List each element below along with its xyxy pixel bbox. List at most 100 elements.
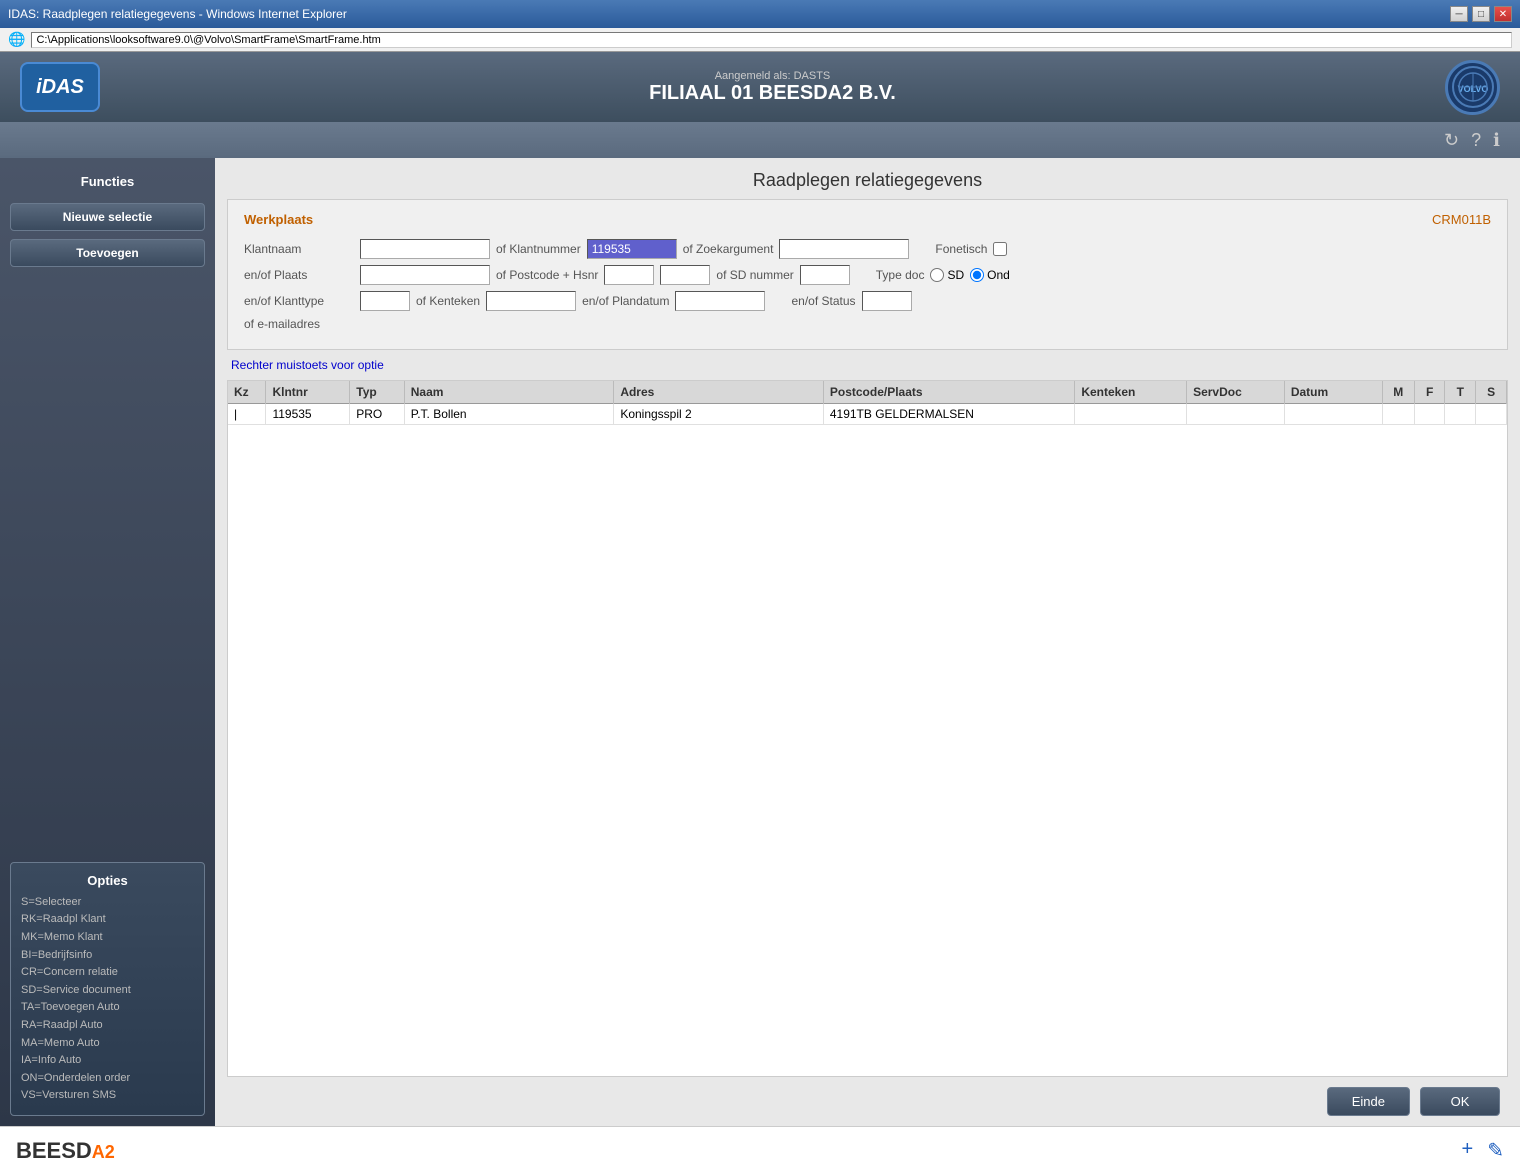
fonetisch-label: Fonetisch [935, 242, 987, 256]
close-button[interactable]: ✕ [1494, 6, 1512, 22]
sidebar: Functies Nieuwe selectie Toevoegen Optie… [0, 158, 215, 1126]
form-row-1: Klantnaam of Klantnummer of Zoekargument… [244, 239, 1491, 259]
of-zoekargument-label: of Zoekargument [683, 242, 774, 256]
sd-nummer-input[interactable] [800, 265, 850, 285]
opties-item-10: IA=Info Auto [21, 1052, 194, 1070]
opties-item-9: MA=Memo Auto [21, 1035, 194, 1053]
of-emailadres-label: of e-mailadres [244, 317, 354, 331]
of-klantnummer-label: of Klantnummer [496, 242, 581, 256]
refresh-icon[interactable]: ↻ [1444, 130, 1459, 151]
results-table: Kz Klntnr Typ Naam Adres Postcode/Plaats… [228, 381, 1507, 425]
table-container: Kz Klntnr Typ Naam Adres Postcode/Plaats… [227, 380, 1508, 1077]
kenteken-input[interactable] [486, 291, 576, 311]
address-input[interactable] [31, 32, 1512, 48]
info-icon[interactable]: ℹ [1493, 130, 1500, 151]
minimize-button[interactable]: ─ [1450, 6, 1468, 22]
cell-kenteken [1075, 404, 1187, 425]
type-ond-label: Ond [987, 268, 1010, 282]
opties-item-2: RK=Raadpl Klant [21, 911, 194, 929]
edit-icon[interactable]: ✎ [1487, 1138, 1504, 1163]
col-header-f: F [1414, 381, 1445, 404]
cell-typ: PRO [350, 404, 405, 425]
cell-postcode: 4191TB GELDERMALSEN [823, 404, 1074, 425]
toolbar-row: ↻ ? ℹ [0, 122, 1520, 158]
functies-title: Functies [10, 168, 205, 195]
cell-klntnr: 119535 [266, 404, 350, 425]
restore-button[interactable]: □ [1472, 6, 1490, 22]
en-of-status-label: en/of Status [791, 294, 855, 308]
app-body: Functies Nieuwe selectie Toevoegen Optie… [0, 158, 1520, 1126]
type-sd-option[interactable]: SD [930, 268, 964, 282]
col-header-adres: Adres [614, 381, 824, 404]
bottom-bar: BEESDA2 + ✎ [0, 1126, 1520, 1174]
nieuwe-selectie-button[interactable]: Nieuwe selectie [10, 203, 205, 231]
col-header-kenteken: Kenteken [1075, 381, 1187, 404]
status-input[interactable] [862, 291, 912, 311]
zoekargument-input[interactable] [779, 239, 909, 259]
plus-icon[interactable]: + [1462, 1138, 1474, 1163]
opties-item-1: S=Selecteer [21, 894, 194, 912]
hsnr-input[interactable] [660, 265, 710, 285]
col-header-datum: Datum [1284, 381, 1382, 404]
col-header-typ: Typ [350, 381, 405, 404]
table-body: | 119535 PRO P.T. Bollen Koningsspil 2 4… [228, 404, 1507, 425]
einde-button[interactable]: Einde [1327, 1087, 1410, 1116]
en-of-klanttype-label: en/of Klanttype [244, 294, 354, 308]
cell-datum [1284, 404, 1382, 425]
help-icon[interactable]: ? [1471, 130, 1481, 151]
idas-logo: iDAS [20, 62, 100, 112]
table-row[interactable]: | 119535 PRO P.T. Bollen Koningsspil 2 4… [228, 404, 1507, 425]
logged-in-label: Aangemeld als: DASTS [649, 70, 896, 82]
beesd-text: BEESD [16, 1138, 92, 1163]
bottom-icons: + ✎ [1462, 1138, 1504, 1163]
type-sd-radio[interactable] [930, 268, 944, 282]
plaats-input[interactable] [360, 265, 490, 285]
postcode-input[interactable] [604, 265, 654, 285]
window-title: IDAS: Raadplegen relatiegegevens - Windo… [8, 7, 347, 21]
type-ond-radio[interactable] [970, 268, 984, 282]
cell-f [1414, 404, 1445, 425]
form-top-row: Werkplaats CRM011B [244, 212, 1491, 227]
form-row-2: en/of Plaats of Postcode + Hsnr of SD nu… [244, 265, 1491, 285]
opties-item-12: VS=Versturen SMS [21, 1087, 194, 1105]
volvo-logo: VOLVO [1445, 60, 1500, 115]
footer-area: Einde OK [215, 1077, 1520, 1126]
cell-naam: P.T. Bollen [404, 404, 614, 425]
header-center: Aangemeld als: DASTS FILIAAL 01 BEESDA2 … [649, 70, 896, 105]
opties-title: Opties [21, 873, 194, 888]
form-row-3: en/of Klanttype of Kenteken en/of Planda… [244, 291, 1491, 311]
plandatum-input[interactable] [675, 291, 765, 311]
window-controls[interactable]: ─ □ ✕ [1450, 6, 1512, 22]
toevoegen-button[interactable]: Toevoegen [10, 239, 205, 267]
klantnaam-label: Klantnaam [244, 242, 354, 256]
beesd-logo: BEESDA2 [16, 1138, 115, 1164]
window-titlebar: IDAS: Raadplegen relatiegegevens - Windo… [0, 0, 1520, 28]
klanttype-input[interactable] [360, 291, 410, 311]
cell-servdoc [1187, 404, 1285, 425]
fonetisch-checkbox[interactable] [993, 242, 1007, 256]
col-header-naam: Naam [404, 381, 614, 404]
type-ond-option[interactable]: Ond [970, 268, 1010, 282]
klantnaam-input[interactable] [360, 239, 490, 259]
cell-m [1382, 404, 1414, 425]
ok-button[interactable]: OK [1420, 1087, 1500, 1116]
of-sd-nummer-label: of SD nummer [716, 268, 793, 282]
col-header-servdoc: ServDoc [1187, 381, 1285, 404]
col-header-kz: Kz [228, 381, 266, 404]
company-name: FILIAAL 01 BEESDA2 B.V. [649, 82, 896, 105]
main-content: Raadplegen relatiegegevens Werkplaats CR… [215, 158, 1520, 1126]
klantnummer-input[interactable] [587, 239, 677, 259]
sidebar-spacer [10, 275, 205, 854]
table-header-row: Kz Klntnr Typ Naam Adres Postcode/Plaats… [228, 381, 1507, 404]
app-container: iDAS Aangemeld als: DASTS FILIAAL 01 BEE… [0, 52, 1520, 1126]
sidebar-opties: Opties S=Selecteer RK=Raadpl Klant MK=Me… [10, 862, 205, 1116]
of-kenteken-label: of Kenteken [416, 294, 480, 308]
cell-kz: | [228, 404, 266, 425]
crm-code: CRM011B [1432, 212, 1491, 227]
opties-item-5: CR=Concern relatie [21, 964, 194, 982]
hint-text[interactable]: Rechter muistoets voor optie [215, 350, 1520, 380]
a2-text: A2 [92, 1142, 115, 1162]
col-header-m: M [1382, 381, 1414, 404]
app-header: iDAS Aangemeld als: DASTS FILIAAL 01 BEE… [0, 52, 1520, 122]
opties-item-8: RA=Raadpl Auto [21, 1017, 194, 1035]
